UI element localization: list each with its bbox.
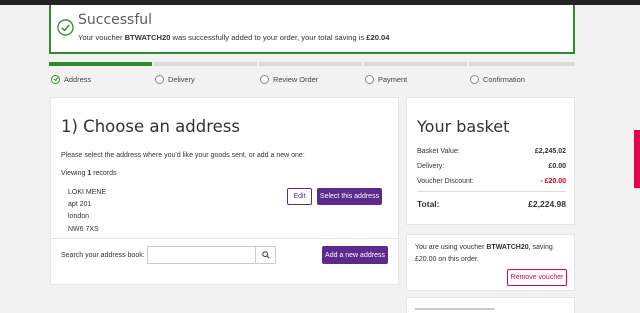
row-value: £2,245.02 <box>534 148 566 155</box>
saved-address: LOKI MENE apt 201 london NW6 7XS <box>68 187 106 236</box>
basket-heading: Your basket <box>417 117 510 136</box>
step-label: Delivery <box>168 74 195 84</box>
address-card: 1) Choose an address Please select the a… <box>50 97 399 285</box>
step-done-check-icon <box>51 74 60 84</box>
total-label: Total: <box>417 199 440 209</box>
alert-title: Successful <box>78 12 153 28</box>
step-label: Payment <box>378 74 408 84</box>
basket-row-delivery: Delivery: £0.00 <box>417 163 566 170</box>
address-search-input[interactable] <box>147 246 256 264</box>
step-circle-icon <box>470 74 479 84</box>
progress-segment-address <box>49 62 152 66</box>
row-label: Delivery: <box>417 163 445 170</box>
alert-message: Your voucher BTWATCH20 was successfully … <box>78 33 390 42</box>
edit-address-button[interactable]: Edit <box>287 188 312 205</box>
step-circle-icon <box>365 74 374 84</box>
step-circle-icon <box>260 74 269 84</box>
basket-total: Total: £2,224.98 <box>417 199 566 209</box>
divider <box>51 238 398 239</box>
step-label: Address <box>64 74 92 84</box>
alert-voucher-code: BTWATCH20 <box>124 33 171 42</box>
basket-row-discount: Voucher Discount: - £20.00 <box>417 178 566 185</box>
add-address-button[interactable]: Add a new address <box>322 246 388 264</box>
address-intro: Please select the address where you'd li… <box>61 152 305 159</box>
address-city: london <box>68 213 90 221</box>
total-value: £2,224.98 <box>528 199 566 209</box>
divider <box>417 191 566 192</box>
progress-segment-payment <box>364 62 467 66</box>
address-line-1: apt 201 <box>68 201 92 209</box>
checkout-progress: Address Delivery Review Order Payment Co… <box>49 62 575 87</box>
voucher-code: BTWATCH20 <box>486 244 529 251</box>
remove-voucher-button[interactable]: Remove voucher <box>507 269 567 286</box>
records-count: Viewing 1 records <box>61 170 117 177</box>
success-check-icon <box>57 19 74 36</box>
row-label: Voucher Discount: <box>417 178 474 185</box>
voucher-info: You are using voucher BTWATCH20, saving … <box>415 242 570 266</box>
voucher-card: You are using voucher BTWATCH20, saving … <box>406 234 575 291</box>
row-label: Basket Value: <box>417 148 460 155</box>
step-review-order: Review Order <box>260 72 318 86</box>
alert-saving: £20.04 <box>366 33 390 42</box>
step-label: Confirmation <box>483 74 525 84</box>
address-name: LOKI MENE <box>68 189 107 196</box>
row-value: - £20.00 <box>540 178 566 185</box>
partial-heading <box>415 308 495 313</box>
address-postcode: NW6 7XS <box>68 225 99 233</box>
progress-segment-review <box>259 62 362 66</box>
step-delivery: Delivery <box>155 72 195 86</box>
records-suffix: records <box>91 170 117 177</box>
feedback-tab[interactable] <box>634 130 640 188</box>
alert-msg-middle: was successfully added to your order, yo… <box>170 33 367 42</box>
success-alert: Successful Your voucher BTWATCH20 was su… <box>49 5 575 54</box>
address-heading: 1) Choose an address <box>61 117 240 136</box>
voucher-text-prefix: You are using voucher <box>415 244 487 251</box>
search-address-label: Search your address book: <box>61 252 145 259</box>
step-payment: Payment <box>365 72 407 86</box>
progress-segment-delivery <box>154 62 257 66</box>
search-icon <box>261 251 270 259</box>
progress-segment-confirmation <box>469 62 575 66</box>
row-value: £0.00 <box>548 163 566 170</box>
basket-card: Your basket Basket Value: £2,245.02 Deli… <box>406 97 575 225</box>
search-button[interactable] <box>256 246 276 264</box>
step-circle-icon <box>155 74 164 84</box>
step-confirmation: Confirmation <box>470 72 525 86</box>
step-label: Review Order <box>273 74 319 84</box>
basket-row-value: Basket Value: £2,245.02 <box>417 148 566 155</box>
records-prefix: Viewing <box>61 170 88 177</box>
select-address-button[interactable]: Select this address <box>317 188 382 205</box>
alert-msg-prefix: Your voucher <box>78 33 125 42</box>
next-card-partial <box>406 297 575 313</box>
step-address[interactable]: Address <box>51 72 91 86</box>
